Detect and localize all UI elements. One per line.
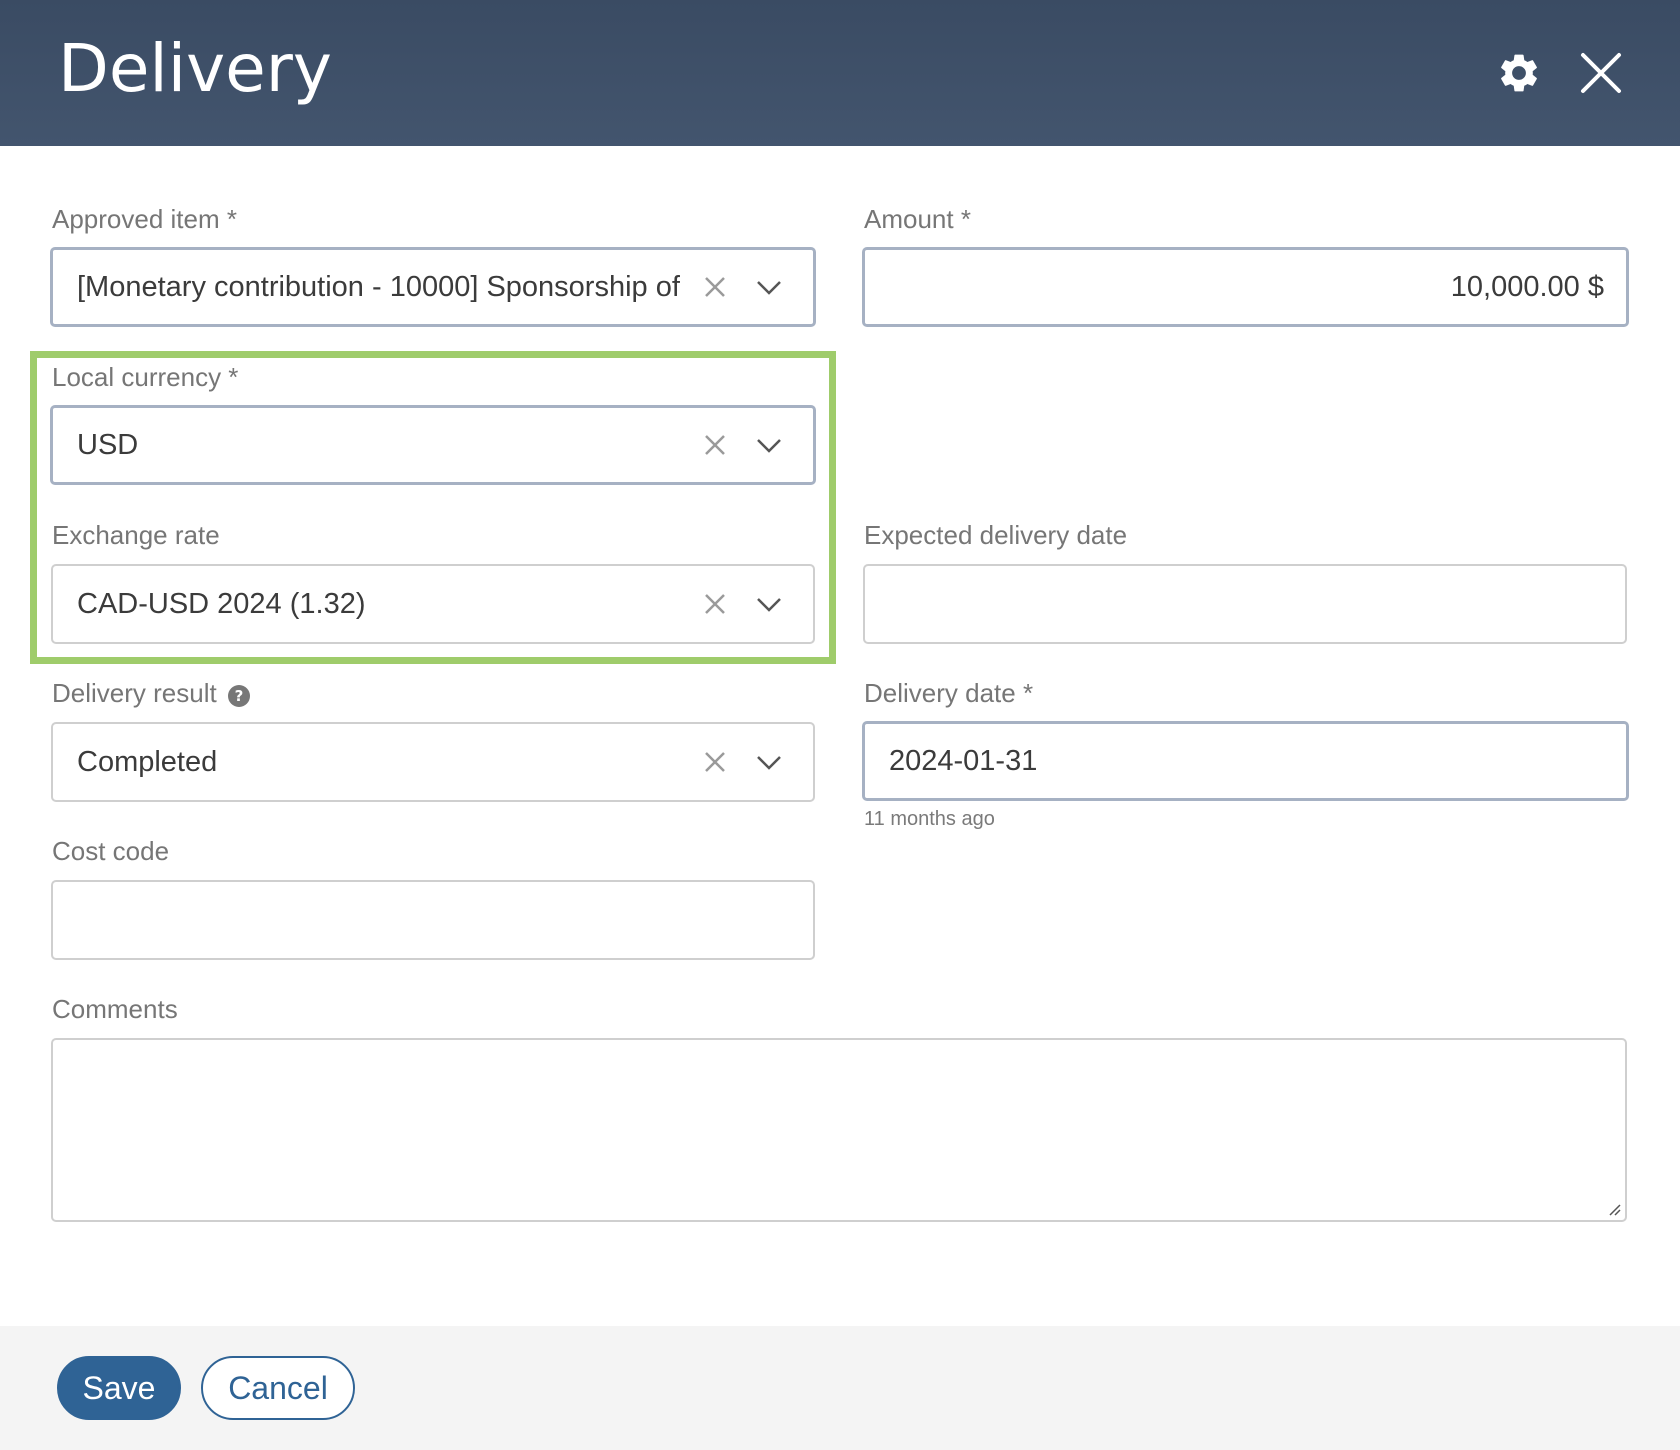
comments-label: Comments xyxy=(52,994,178,1024)
clear-icon[interactable] xyxy=(703,275,727,299)
amount-value: 10,000.00 $ xyxy=(1450,270,1604,303)
delivery-result-select[interactable]: Completed xyxy=(51,722,815,802)
save-button[interactable]: Save xyxy=(57,1356,181,1420)
delivery-result-value: Completed xyxy=(77,745,218,778)
exchange-rate-select[interactable]: CAD-USD 2024 (1.32) xyxy=(51,564,815,644)
help-icon[interactable]: ? xyxy=(227,684,251,708)
chevron-down-icon[interactable] xyxy=(755,273,783,301)
exchange-rate-value: CAD-USD 2024 (1.32) xyxy=(77,587,366,620)
dialog-header: Delivery xyxy=(0,0,1680,146)
local-currency-value: USD xyxy=(77,428,139,461)
dialog-title: Delivery xyxy=(58,30,332,107)
delivery-date-label: Delivery date * xyxy=(864,678,1034,708)
approved-item-select[interactable]: [Monetary contribution - 10000] Sponsors… xyxy=(50,247,816,327)
delivery-date-value: 2024-01-31 xyxy=(889,744,1038,777)
local-currency-select[interactable]: USD xyxy=(50,405,816,485)
amount-input[interactable]: 10,000.00 $ xyxy=(862,247,1629,327)
chevron-down-icon[interactable] xyxy=(755,748,783,776)
exchange-rate-label: Exchange rate xyxy=(52,520,220,550)
amount-label: Amount * xyxy=(864,204,971,234)
cost-code-input[interactable] xyxy=(51,880,815,960)
cancel-button[interactable]: Cancel xyxy=(201,1356,355,1420)
clear-icon[interactable] xyxy=(703,750,727,774)
dialog-footer: Save Cancel xyxy=(0,1326,1680,1450)
delivery-result-label: Delivery result xyxy=(52,678,217,708)
close-icon[interactable] xyxy=(1578,50,1624,96)
clear-icon[interactable] xyxy=(703,592,727,616)
resize-grip-icon[interactable] xyxy=(1605,1200,1621,1216)
delivery-date-relative-hint: 11 months ago xyxy=(864,808,995,830)
clear-icon[interactable] xyxy=(703,433,727,457)
local-currency-label: Local currency * xyxy=(52,362,239,392)
comments-textarea[interactable] xyxy=(51,1038,1627,1222)
approved-item-label: Approved item * xyxy=(52,204,237,234)
expected-delivery-date-label: Expected delivery date xyxy=(864,520,1128,550)
delivery-date-input[interactable]: 2024-01-31 xyxy=(862,721,1629,801)
approved-item-value: [Monetary contribution - 10000] Sponsors… xyxy=(77,270,683,303)
chevron-down-icon[interactable] xyxy=(755,431,783,459)
gear-icon[interactable] xyxy=(1496,50,1542,96)
chevron-down-icon[interactable] xyxy=(755,590,783,618)
svg-text:?: ? xyxy=(235,687,244,705)
cost-code-label: Cost code xyxy=(52,836,170,866)
expected-delivery-date-input[interactable] xyxy=(863,564,1627,644)
